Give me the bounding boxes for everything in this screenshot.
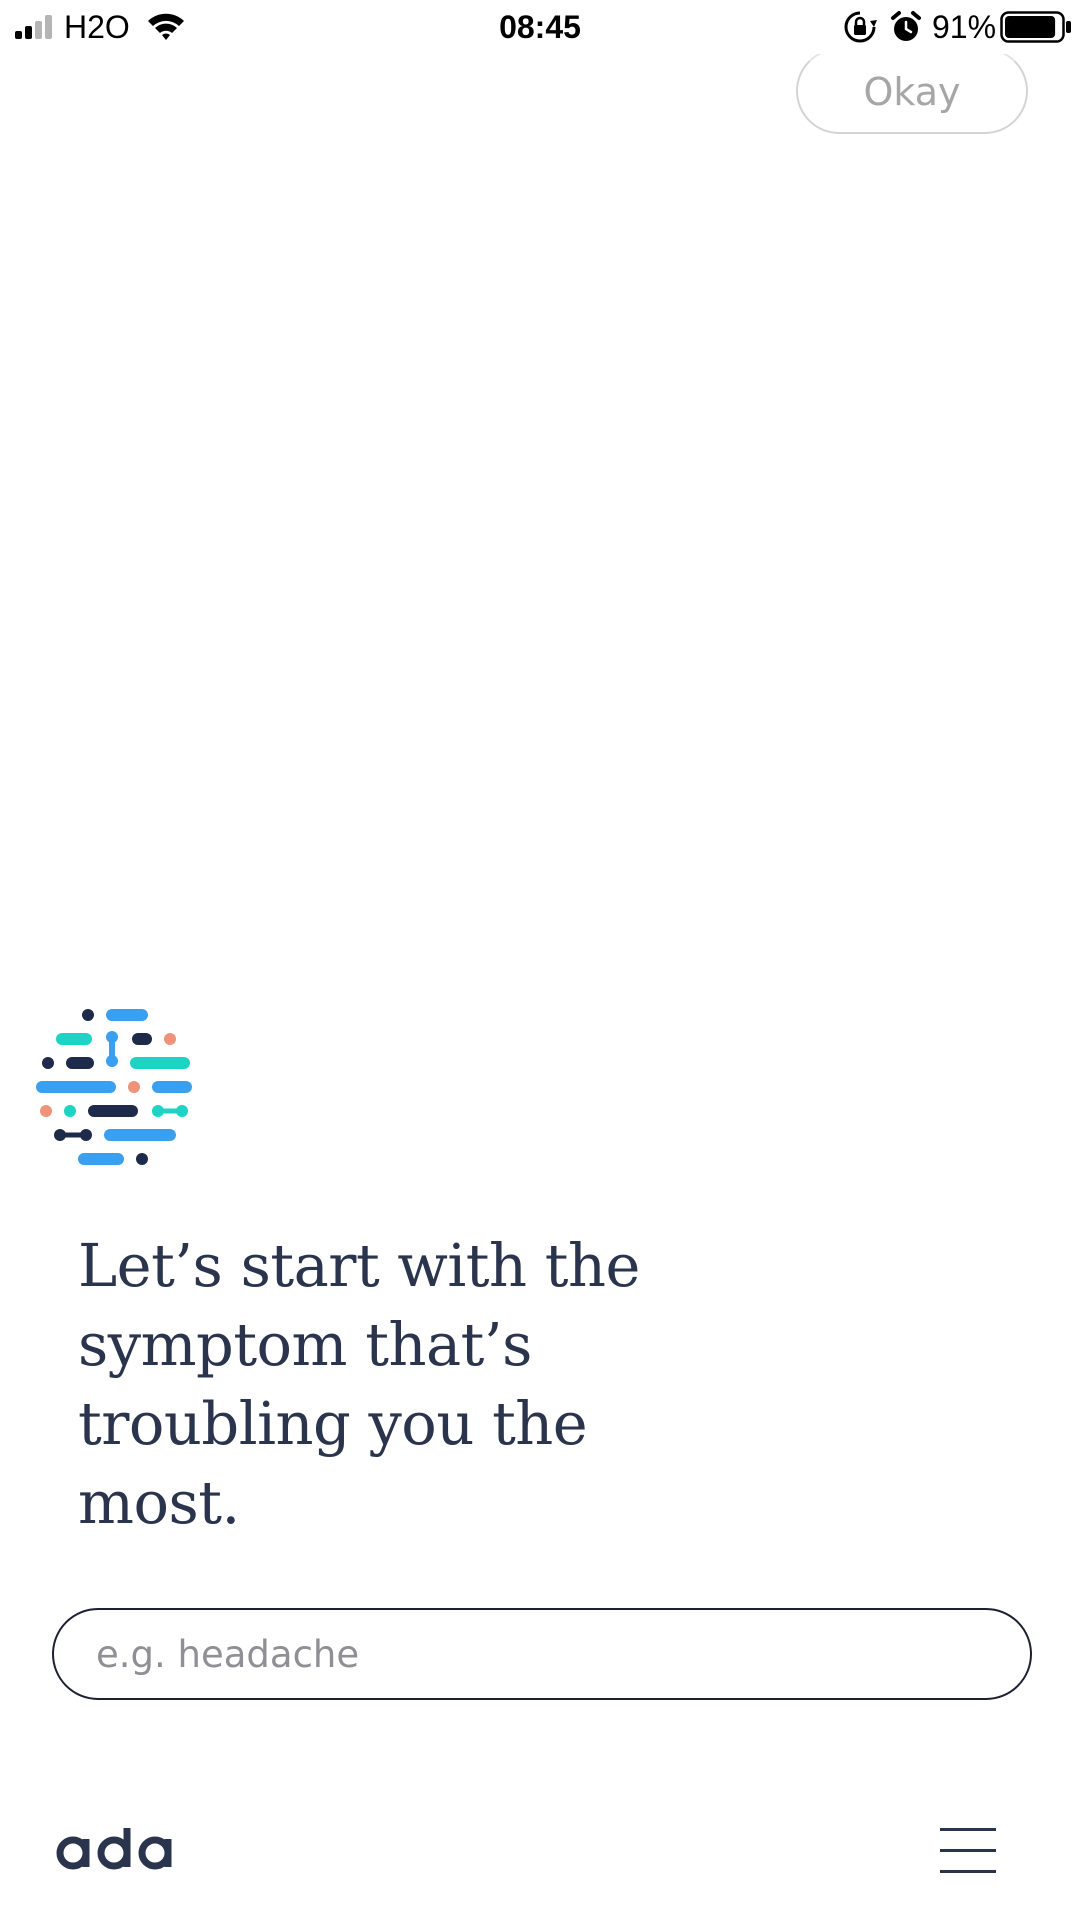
carrier-name: H2O — [64, 9, 130, 45]
symptom-search-input[interactable] — [52, 1608, 1032, 1700]
wifi-icon — [148, 13, 184, 40]
lock-rotation-icon — [844, 11, 877, 43]
battery-percent: 91% — [932, 9, 997, 45]
ada-wordmark-logo — [56, 1828, 172, 1870]
status-bar: H2O 08:45 91% — [0, 0, 1080, 54]
ada-logo-mark-icon — [36, 1009, 192, 1165]
signal-icon — [15, 15, 52, 39]
battery-icon — [1000, 11, 1071, 43]
okay-button[interactable]: Okay — [796, 54, 1028, 134]
hamburger-menu-icon[interactable] — [940, 1826, 996, 1874]
alarm-icon — [891, 11, 921, 41]
symptom-prompt: Let’s start with the symptom that’s trou… — [78, 1231, 640, 1537]
